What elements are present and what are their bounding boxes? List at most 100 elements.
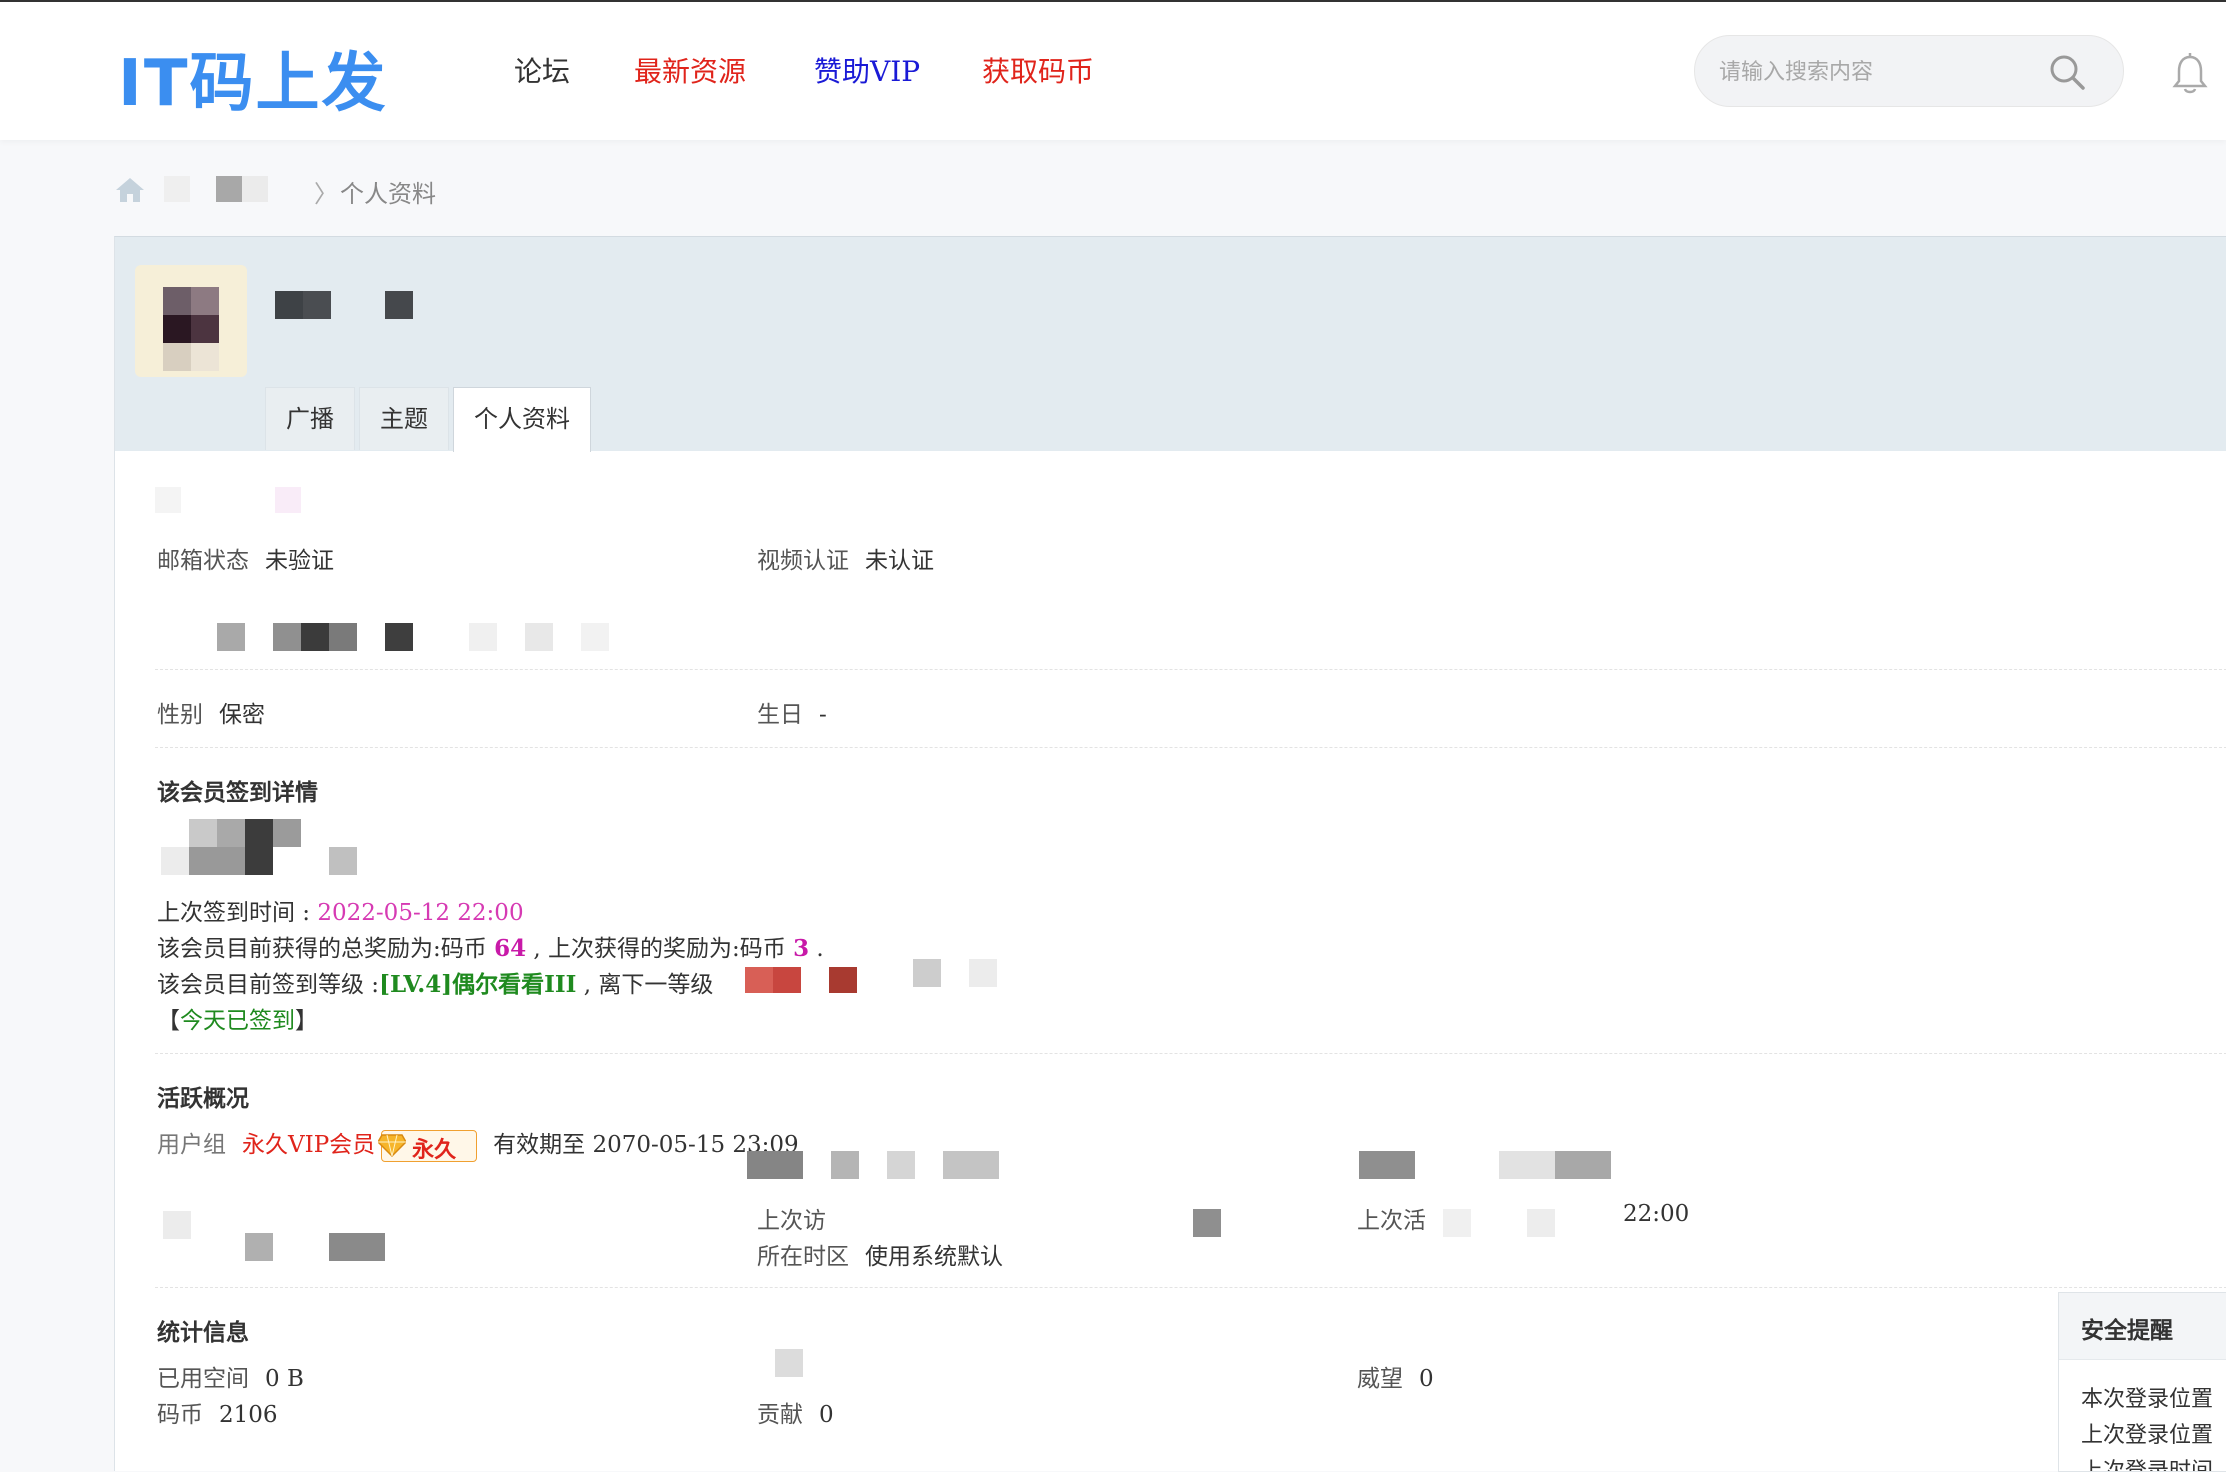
redacted-block [745,967,773,993]
redacted-block [969,959,997,987]
coins-label: 码币 [157,1402,203,1428]
checkin-last-time: 上次签到时间 : 2022-05-12 22:00 [157,893,524,927]
redacted-block [913,959,941,987]
redacted-block [329,847,357,875]
user-group-value[interactable]: 永久VIP会员 [242,1132,375,1158]
security-reminder-title: 安全提醒 [2081,1317,2173,1344]
today-bracket-open: 【 [157,1008,180,1034]
reward-total: 64 [494,935,527,962]
last-login-time: 上次登录时间 [2081,1459,2214,1472]
last-post-label: 上次活 [1357,1208,1426,1234]
search-icon[interactable] [2047,52,2087,92]
home-icon[interactable] [114,176,146,204]
vip-badge: 永久 [378,1130,478,1163]
last-login-location: 上次登录位置 [2081,1423,2214,1448]
used-space-label: 已用空间 [157,1366,249,1392]
search-box [1694,35,2124,107]
timezone-label: 所在时区 [757,1244,849,1270]
gender-value: 保密 [219,702,265,728]
prestige-value: 0 [1419,1366,1434,1392]
breadcrumb-separator: 〉 [314,180,338,208]
tab-broadcast[interactable]: 广播 [265,387,355,450]
checkin-last-time-value: 2022-05-12 22:00 [317,900,524,926]
divider [155,1053,2226,1054]
redacted-block [1499,1151,1555,1179]
gender-label: 性别 [157,702,203,728]
divider [155,747,2226,748]
redacted-block [525,623,553,651]
redacted-block [581,623,609,651]
redacted-block [217,819,245,847]
redacted-block [245,819,273,875]
redacted-block [943,1151,999,1179]
redacted-block [329,623,357,651]
timezone-row: 所在时区 使用系统默认 [757,1237,1003,1271]
level-suffix: , 离下一等级 [576,972,714,998]
nav-sponsor-vip[interactable]: 赞助VIP [814,50,920,90]
redacted-block [189,819,217,847]
redacted-block [164,176,190,202]
redacted-block [301,623,329,651]
contribution-label: 贡献 [757,1402,803,1428]
redacted-block [773,967,801,993]
redacted-block [189,847,245,875]
last-post-row: 上次活 [1357,1201,1426,1235]
divider [155,1287,2226,1288]
site-logo[interactable]: IT码上发 [118,32,387,124]
tab-profile[interactable]: 个人资料 [453,387,591,452]
redacted-block [1527,1209,1555,1237]
activity-section-title: 活跃概况 [157,1085,249,1112]
redacted-block [329,1233,385,1261]
level-prefix: 该会员目前签到等级 : [157,972,380,998]
redacted-block [245,1233,273,1261]
used-space-value: 0 B [265,1366,304,1392]
email-status-value: 未验证 [265,548,334,574]
birthday-label: 生日 [757,702,803,728]
redacted-block [216,176,242,202]
contribution-value: 0 [819,1402,834,1428]
redacted-block [163,1211,191,1239]
redacted-block [1359,1151,1415,1179]
nav-forum[interactable]: 论坛 [514,50,570,90]
nav-latest-resources[interactable]: 最新资源 [634,50,746,90]
email-status-row: 邮箱状态 未验证 [157,541,334,575]
redacted-block [273,819,301,847]
video-status-label: 视频认证 [757,548,849,574]
search-input[interactable] [1717,54,2041,90]
redacted-block [385,623,413,651]
security-reminder: 安全提醒 本次登录位置 上次登录位置 上次登录时间 [2058,1292,2226,1472]
redacted-block [469,623,497,651]
redacted-block [747,1151,803,1179]
checkin-today: 【今天已签到】 [157,1001,318,1035]
last-visit-label: 上次访 [757,1208,826,1234]
diamond-icon [378,1134,407,1157]
nav-get-coins[interactable]: 获取码币 [982,50,1094,90]
bell-icon[interactable] [2170,52,2210,96]
redacted-block [242,176,268,202]
reward-suffix: . [809,936,824,962]
level-value: [LV.4]偶尔看看III [379,971,577,998]
breadcrumb-current: 个人资料 [340,180,436,208]
redacted-block [155,487,181,513]
used-space-row: 已用空间 0 B [157,1359,304,1393]
today-status: 今天已签到 [180,1008,295,1034]
redacted-block [275,487,301,513]
current-login-location: 本次登录位置 [2081,1387,2214,1412]
checkin-rewards: 该会员目前获得的总奖励为:码币 64 , 上次获得的奖励为:码币 3 . [157,929,824,963]
checkin-level: 该会员目前签到等级 :[LV.4]偶尔看看III , 离下一等级 [157,965,713,999]
redacted-block [775,1349,803,1377]
divider [155,669,2226,670]
redacted-block [1193,1209,1221,1237]
avatar[interactable] [135,265,247,377]
gender-row: 性别 保密 [157,695,265,729]
last-post-value: 22:00 [1623,1201,1690,1227]
stats-section-title: 统计信息 [157,1319,249,1346]
redacted-username [303,291,331,319]
reward-mid: , 上次获得的奖励为:码币 [526,936,794,962]
tab-threads[interactable]: 主题 [359,387,449,450]
email-status-label: 邮箱状态 [157,548,249,574]
redacted-block [887,1151,915,1179]
contribution-row: 贡献 0 [757,1395,834,1429]
birthday-row: 生日 - [757,695,827,729]
prestige-label: 威望 [1357,1366,1403,1392]
